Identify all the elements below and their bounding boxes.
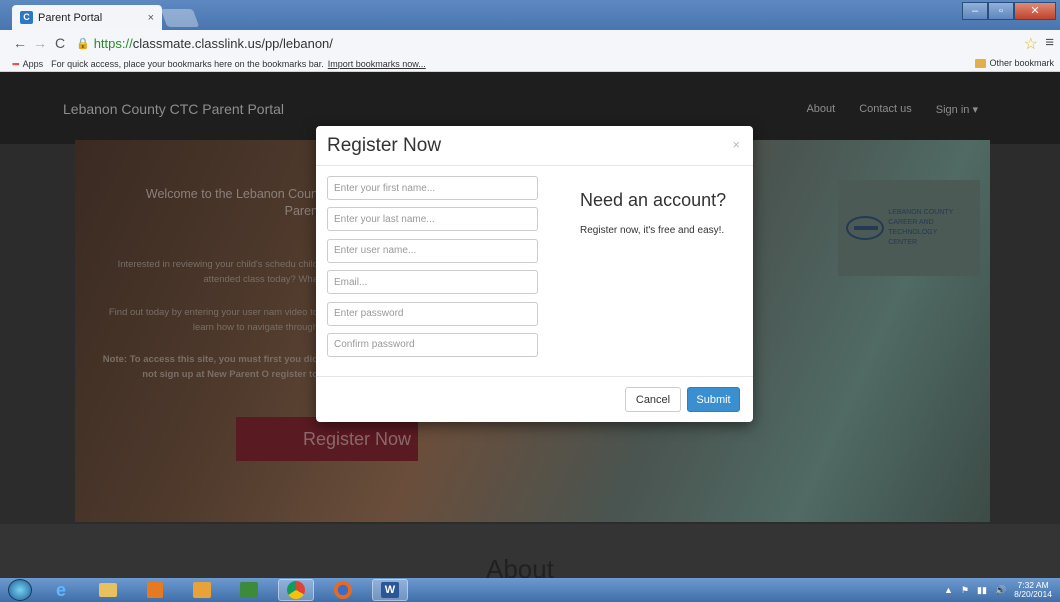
explorer-folder-icon[interactable]: [90, 579, 126, 601]
chrome-icon[interactable]: [278, 579, 314, 601]
forward-arrow-icon[interactable]: →: [30, 35, 50, 51]
ctc-emblem-icon: [846, 216, 885, 240]
nav-signin[interactable]: Sign in ▾: [936, 103, 978, 116]
system-tray: ▲ ⚑ ▮▮ 🔊 7:32 AM 8/20/2014: [944, 581, 1052, 599]
bookmarks-hint: For quick access, place your bookmarks h…: [51, 58, 324, 69]
cancel-button[interactable]: Cancel: [625, 387, 681, 412]
other-bookmarks[interactable]: Other bookmark: [975, 58, 1054, 68]
last-name-input[interactable]: [327, 207, 538, 232]
hero-note: Note: To access this site, you must firs…: [102, 354, 318, 380]
register-form: [327, 176, 538, 364]
url-field[interactable]: 🔒 https:// classmate.classlink.us/pp/leb…: [76, 36, 333, 51]
url-host-path: classmate.classlink.us/pp/lebanon/: [132, 35, 333, 51]
lock-icon: 🔒: [76, 37, 90, 50]
confirm-password-input[interactable]: [327, 332, 538, 357]
site-brand[interactable]: Lebanon County CTC Parent Portal: [63, 101, 284, 117]
action-center-flag-icon[interactable]: ⚑: [961, 585, 969, 596]
clock-date: 8/20/2014: [1014, 589, 1052, 599]
nav-contact[interactable]: Contact us: [859, 103, 912, 116]
hero-paragraph-1: Interested in reviewing your child's sch…: [117, 259, 318, 285]
modal-close-icon[interactable]: ×: [732, 137, 740, 152]
modal-footer: Cancel Submit: [316, 376, 753, 422]
promo-title: Need an account?: [580, 190, 727, 210]
hero-title: Welcome to the Lebanon Coun Paren: [145, 187, 318, 218]
import-bookmarks-link[interactable]: Import bookmarks now...: [328, 59, 426, 69]
other-bookmarks-label: Other bookmark: [989, 58, 1054, 68]
lebanon-ctc-logo: LEBANON COUNTY CAREER AND TECHNOLOGY CENTE…: [838, 180, 980, 276]
nav-about[interactable]: About: [806, 103, 835, 116]
submit-button[interactable]: Submit: [687, 387, 740, 412]
address-bar: ← → C 🔒 https:// classmate.classlink.us/…: [0, 30, 1060, 56]
apps-link[interactable]: Apps: [23, 59, 44, 69]
maximize-icon[interactable]: ▫: [988, 2, 1014, 20]
firefox-icon[interactable]: [325, 579, 361, 601]
site-nav-links: About Contact us Sign in ▾: [806, 103, 978, 116]
media-player-icon[interactable]: [137, 579, 173, 601]
register-modal: Register Now × Need an account? Register…: [316, 126, 753, 422]
network-icon[interactable]: ▮▮: [977, 585, 987, 596]
about-heading: About: [486, 554, 554, 578]
folder-icon: [975, 58, 987, 68]
hero-paragraph-2: Find out today by entering your user nam…: [108, 307, 318, 333]
password-input[interactable]: [327, 301, 538, 326]
ie-icon[interactable]: e: [43, 579, 79, 601]
account-promo: Need an account? Register now, it's free…: [580, 190, 726, 236]
minimize-icon[interactable]: –: [962, 2, 988, 20]
system-clock[interactable]: 7:32 AM 8/20/2014: [1014, 581, 1052, 599]
tab-close-icon[interactable]: ×: [148, 12, 154, 24]
apps-grid-icon[interactable]: ▪▪▪: [12, 59, 20, 69]
bookmarks-bar: ▪▪▪ Apps For quick access, place your bo…: [0, 56, 1060, 72]
bookmark-star-icon[interactable]: ☆: [1024, 34, 1038, 54]
modal-title: Register Now: [327, 135, 442, 156]
tab-title: Parent Portal: [38, 11, 103, 24]
hero-register-button[interactable]: Register Now: [236, 417, 418, 461]
window-controls: – ▫ ✕: [962, 2, 1056, 20]
word-icon[interactable]: W: [372, 579, 408, 601]
first-name-input[interactable]: [327, 176, 538, 200]
excel-icon[interactable]: [231, 579, 267, 601]
reload-icon[interactable]: C: [50, 35, 70, 51]
modal-header: Register Now ×: [316, 126, 753, 166]
logo-wordmark: LEBANON COUNTY CAREER AND TECHNOLOGY CENTE…: [888, 209, 954, 246]
browser-tab-bar: C Parent Portal × – ▫ ✕: [0, 0, 1060, 30]
browser-tab[interactable]: C Parent Portal ×: [12, 5, 162, 30]
username-input[interactable]: [327, 238, 538, 263]
volume-icon[interactable]: 🔊: [995, 585, 1006, 596]
url-scheme: https://: [93, 35, 133, 51]
outlook-icon[interactable]: [184, 579, 220, 601]
classlink-favicon-icon: C: [20, 11, 33, 24]
close-window-icon[interactable]: ✕: [1014, 2, 1056, 20]
email-input[interactable]: [327, 270, 538, 295]
back-arrow-icon[interactable]: ←: [10, 35, 30, 51]
windows-taskbar: e W ▲ ⚑ ▮▮ 🔊 7:32 AM 8/20/2014: [0, 578, 1060, 602]
menu-icon[interactable]: ≡: [1045, 34, 1054, 51]
new-tab-button[interactable]: [160, 9, 200, 27]
promo-subtitle: Register now, it's free and easy!.: [580, 225, 725, 236]
tray-expand-icon[interactable]: ▲: [944, 585, 953, 595]
start-button[interactable]: [8, 579, 32, 601]
